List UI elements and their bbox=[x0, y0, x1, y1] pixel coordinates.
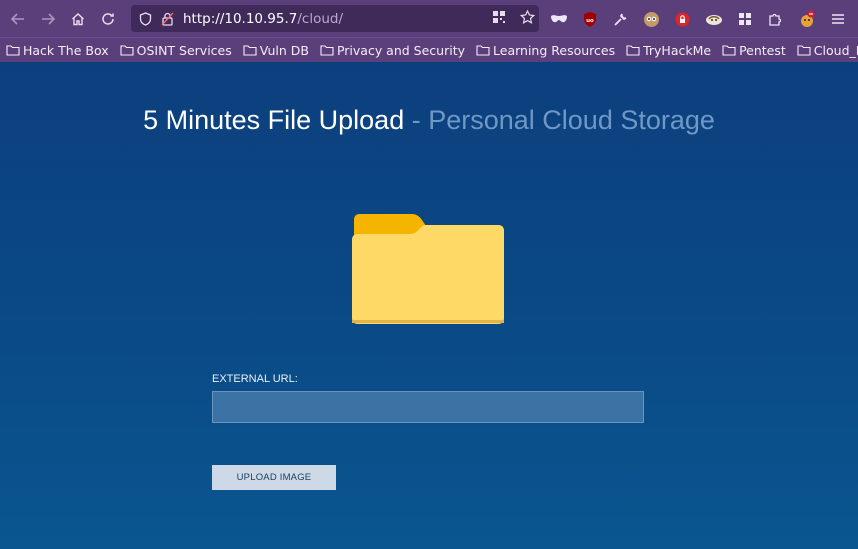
page-title-sub: Personal Cloud Storage bbox=[428, 105, 715, 135]
profile-fox-icon[interactable] bbox=[794, 7, 819, 32]
page-title-main: 5 Minutes File Upload bbox=[143, 105, 405, 135]
bookmark-label: Learning Resources bbox=[493, 42, 616, 58]
external-url-label: EXTERNAL URL: bbox=[212, 373, 298, 385]
bookmark-learning-resources[interactable]: Learning Resources bbox=[476, 43, 615, 58]
bookmark-cloud-pentest[interactable]: Cloud_Pentest bbox=[797, 43, 858, 58]
url-text[interactable]: http://10.10.95.7/cloud/ bbox=[183, 11, 343, 27]
external-url-input[interactable] bbox=[212, 391, 644, 423]
ublock-icon[interactable]: uo bbox=[577, 7, 602, 32]
wrench-icon[interactable] bbox=[608, 7, 633, 32]
bookmark-label: Pentest bbox=[739, 42, 786, 58]
folder-icon bbox=[797, 44, 811, 56]
back-icon[interactable] bbox=[3, 4, 33, 34]
page-title-separator: - bbox=[404, 105, 429, 135]
shield-icon[interactable] bbox=[137, 11, 153, 27]
folder-icon bbox=[243, 44, 257, 56]
extension-grid-icon[interactable] bbox=[732, 7, 757, 32]
folder-icon bbox=[626, 44, 640, 56]
insecure-lock-icon[interactable] bbox=[159, 11, 175, 27]
nav-group bbox=[3, 4, 123, 34]
owl-extension-icon[interactable] bbox=[639, 7, 664, 32]
bookmarks-bar: Hack The Box OSINT Services Vuln DB Priv… bbox=[0, 37, 858, 62]
folder-icon bbox=[6, 44, 20, 56]
cookie-extension-icon[interactable] bbox=[701, 7, 726, 32]
bookmark-label: Vuln DB bbox=[259, 42, 309, 58]
bookmark-hack-the-box[interactable]: Hack The Box bbox=[6, 43, 109, 58]
bookmark-privacy-and-security[interactable]: Privacy and Security bbox=[320, 43, 465, 58]
url-path: /cloud/ bbox=[297, 10, 344, 27]
bookmark-label: TryHackMe bbox=[643, 42, 712, 58]
bookmark-star-icon[interactable] bbox=[519, 9, 535, 25]
bookmark-label: Hack The Box bbox=[23, 42, 109, 58]
bookmark-pentest[interactable]: Pentest bbox=[722, 43, 786, 58]
folder-icon bbox=[476, 44, 490, 56]
qr-code-icon[interactable] bbox=[491, 9, 507, 25]
reload-icon[interactable] bbox=[93, 4, 123, 34]
folder-icon bbox=[722, 44, 736, 56]
bookmark-vuln-db[interactable]: Vuln DB bbox=[243, 43, 309, 58]
url-bar[interactable]: http://10.10.95.7/cloud/ bbox=[131, 5, 539, 32]
mask-extension-icon[interactable] bbox=[546, 7, 571, 32]
folder-illustration-icon bbox=[350, 212, 506, 330]
browser-toolbar: http://10.10.95.7/cloud/ uo bbox=[0, 0, 858, 37]
bookmark-label: Cloud_Pentest bbox=[813, 42, 858, 58]
bookmark-label: OSINT Services bbox=[136, 42, 232, 58]
folder-icon bbox=[120, 44, 134, 56]
bookmark-tryhackme[interactable]: TryHackMe bbox=[626, 43, 711, 58]
password-manager-icon[interactable] bbox=[670, 7, 695, 32]
urlbar-actions bbox=[485, 9, 535, 25]
url-host: http://10.10.95.7 bbox=[183, 10, 298, 27]
home-icon[interactable] bbox=[63, 4, 93, 34]
bookmark-osint-services[interactable]: OSINT Services bbox=[120, 43, 232, 58]
svg-text:uo: uo bbox=[586, 18, 594, 24]
bookmark-label: Privacy and Security bbox=[336, 42, 466, 58]
page-title: 5 Minutes File Upload - Personal Cloud S… bbox=[0, 105, 858, 136]
page-content: 5 Minutes File Upload - Personal Cloud S… bbox=[0, 62, 858, 549]
extensions-group: uo bbox=[546, 4, 850, 34]
folder-icon bbox=[320, 44, 334, 56]
puzzle-extensions-icon[interactable] bbox=[763, 7, 788, 32]
hamburger-menu-icon[interactable] bbox=[825, 7, 850, 32]
forward-icon[interactable] bbox=[33, 4, 63, 34]
upload-image-button[interactable]: UPLOAD IMAGE bbox=[212, 465, 336, 490]
